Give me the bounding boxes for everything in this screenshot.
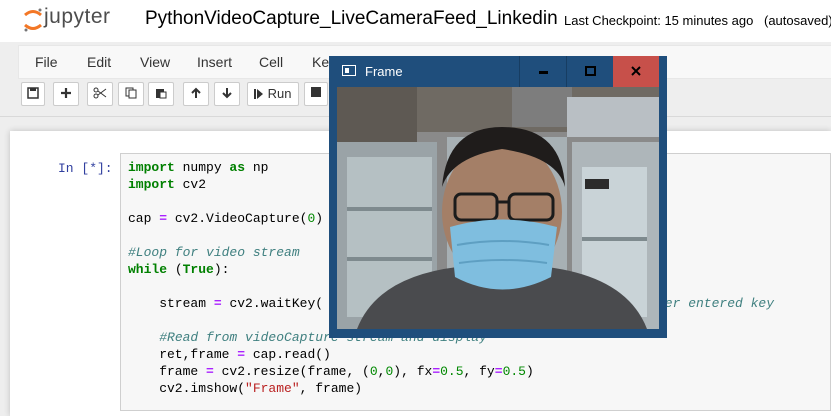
code-line: import cv2 [128,177,207,192]
logo-text: jupyter [44,5,111,28]
plus-icon [61,88,71,98]
code-line: #Loop for video stream [128,245,300,260]
close-icon [631,66,641,76]
save-icon [27,87,39,99]
save-button[interactable] [21,82,45,106]
close-button[interactable] [613,56,659,87]
camera-feed-frame [337,87,659,329]
step-icon [254,89,263,99]
menu-kernel[interactable]: Ke [312,54,329,70]
stop-button[interactable] [304,82,328,106]
checkpoint-status: Last Checkpoint: 15 minutes ago [564,13,754,28]
frame-window[interactable]: Frame [329,56,667,338]
scissors-icon [93,87,107,99]
menu-insert[interactable]: Insert [197,54,232,70]
window-title: Frame [365,64,403,79]
copy-button[interactable] [118,82,144,106]
code-line: frame = cv2.resize(frame, (0,0), fx=0.5,… [128,364,534,379]
maximize-icon [585,66,596,76]
autosave-status: (autosaved) [764,13,831,28]
code-line: cap = cv2.VideoCapture(0) [128,211,324,226]
jupyter-logo-icon [24,8,42,32]
menu-file[interactable]: File [35,54,58,70]
menu-view[interactable]: View [140,54,170,70]
maximize-button[interactable] [566,56,613,87]
notebook-title[interactable]: PythonVideoCapture_LiveCameraFeed_Linked… [145,8,558,30]
arrow-down-icon [222,88,232,99]
run-button-label: Run [267,86,292,101]
move-down-button[interactable] [214,82,240,106]
paste-button[interactable] [148,82,174,106]
minimize-icon [539,71,548,74]
code-line: stream = cv2.waitKey( [128,296,324,311]
header: jupyter PythonVideoCapture_LiveCameraFee… [0,0,831,42]
code-comment-fragment: ser entered key [657,296,775,311]
cell-prompt: In [*]: [58,161,113,176]
menu-edit[interactable]: Edit [87,54,111,70]
insert-cell-button[interactable] [53,82,79,106]
run-button[interactable]: Run [247,82,299,106]
cut-button[interactable] [87,82,113,106]
menu-cell[interactable]: Cell [259,54,283,70]
camera-feed-image [337,87,659,329]
window-app-icon [342,65,356,76]
stop-icon [311,87,321,97]
code-line: import numpy as np [128,160,269,175]
paste-icon [156,89,167,99]
code-line: ret,frame = cap.read() [128,347,331,362]
copy-icon [125,87,137,99]
code-line: cv2.imshow("Frame", frame) [128,381,363,396]
code-line: while (True): [128,262,230,277]
minimize-button[interactable] [519,56,566,87]
arrow-up-icon [191,87,201,98]
move-up-button[interactable] [183,82,209,106]
